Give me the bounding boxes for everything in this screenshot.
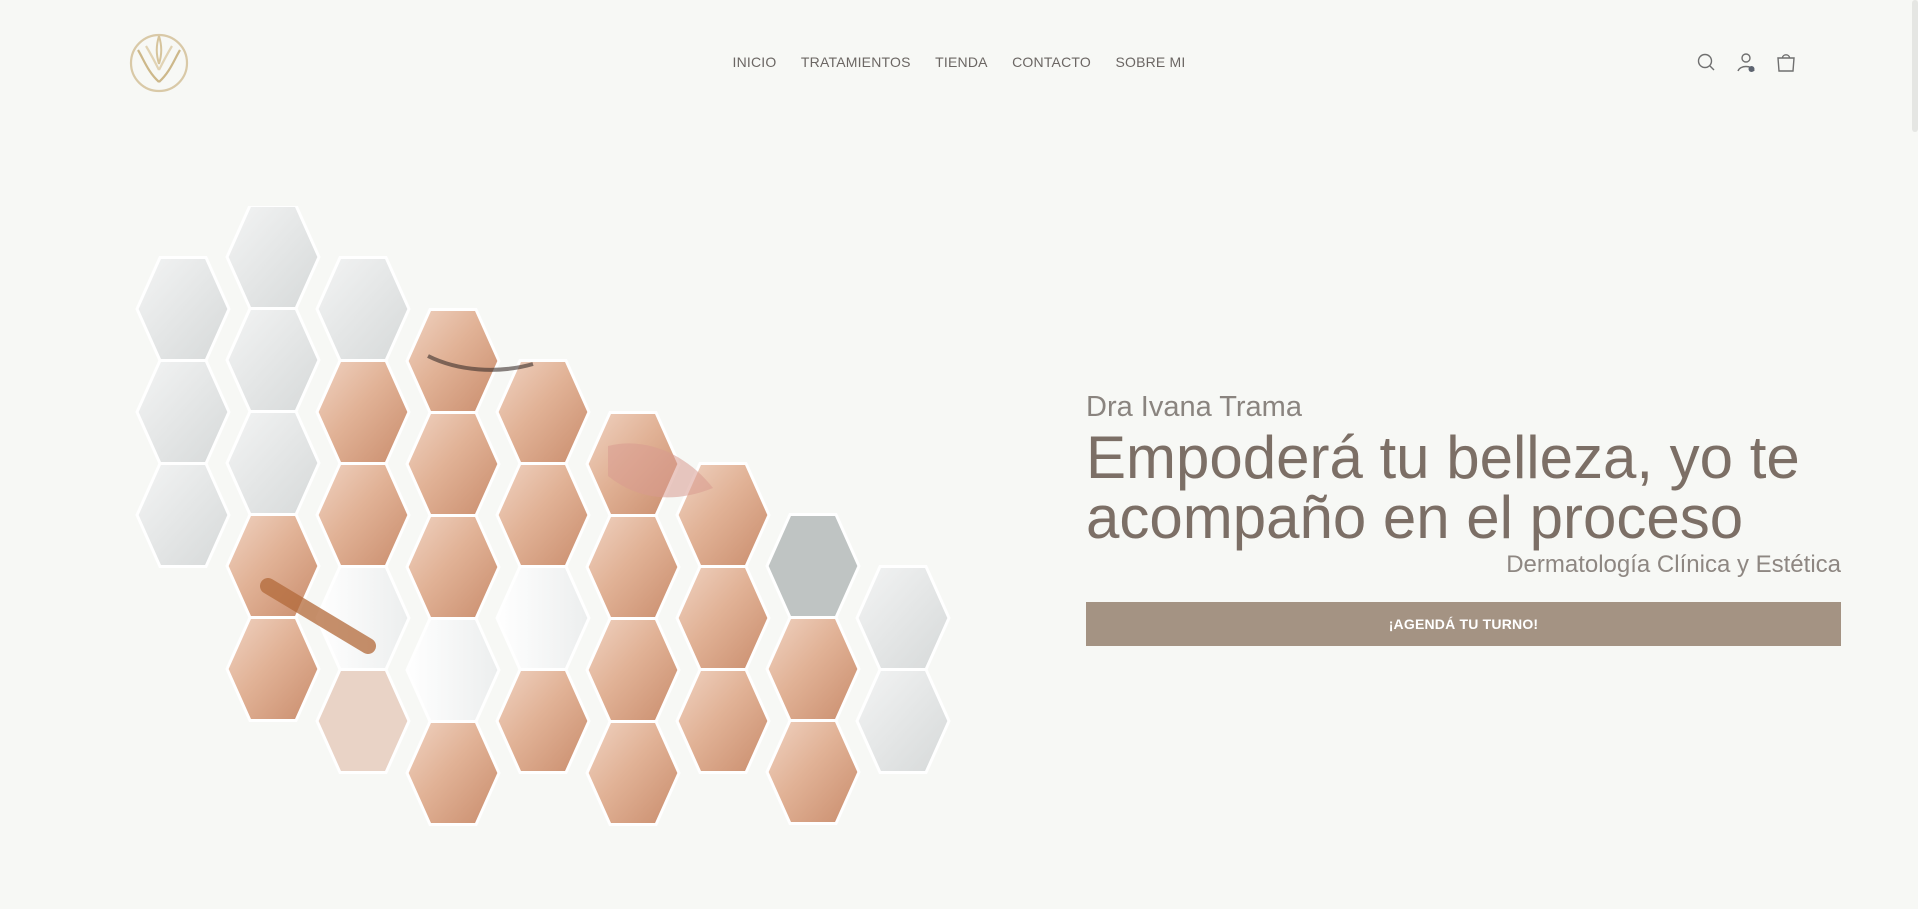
hero-headline: Empoderá tu belleza, yo te acompaño en e…	[1086, 424, 1800, 551]
main-nav: INICIO TRATAMIENTOS TIENDA CONTACTO SOBR…	[0, 54, 1918, 72]
hexagon-cell	[495, 668, 591, 774]
hexagon-cell	[405, 720, 501, 826]
page-scrollbar[interactable]	[1910, 0, 1918, 909]
doctor-name: Dra Ivana Trama	[1086, 391, 1302, 423]
hexagon-cell	[585, 720, 681, 826]
scrollbar-thumb[interactable]	[1912, 0, 1918, 132]
book-appointment-button[interactable]: ¡AGENDÁ TU TURNO!	[1086, 602, 1841, 646]
nav-item-contacto[interactable]: CONTACTO	[1012, 54, 1091, 70]
hexagon-cell	[225, 616, 321, 722]
hexagon-cell	[495, 359, 591, 465]
nav-item-sobre-mi[interactable]: SOBRE MI	[1115, 54, 1185, 70]
shopping-bag-icon[interactable]	[1776, 52, 1796, 72]
hexagon-cell	[675, 565, 771, 671]
hero-hexagon-mosaic	[135, 206, 951, 826]
nav-item-tratamientos[interactable]: TRATAMIENTOS	[801, 54, 911, 70]
hexagon-cell	[225, 206, 321, 310]
hexagon-cell	[405, 308, 501, 414]
page: INICIO TRATAMIENTOS TIENDA CONTACTO SOBR…	[0, 0, 1918, 909]
hexagon-cell	[135, 462, 231, 568]
hexagon-cell	[315, 256, 411, 362]
hexagon-cell	[495, 462, 591, 568]
hero-content: Dra Ivana Trama Empoderá tu belleza, yo …	[1086, 390, 1841, 646]
hexagon-cell	[585, 617, 681, 723]
hexagon-cells	[135, 206, 951, 826]
hexagon-cell	[315, 462, 411, 568]
user-icon[interactable]	[1736, 52, 1756, 72]
hexagon-cell	[315, 359, 411, 465]
hexagon-cell	[225, 307, 321, 413]
hexagon-cell	[765, 719, 861, 825]
hexagon-cell	[495, 565, 591, 671]
nav-item-inicio[interactable]: INICIO	[732, 54, 776, 70]
hexagon-cell	[135, 359, 231, 465]
hexagon-cell	[405, 617, 501, 723]
hexagon-cell	[405, 514, 501, 620]
hexagon-cell	[585, 514, 681, 620]
site-header: INICIO TRATAMIENTOS TIENDA CONTACTO SOBR…	[0, 0, 1918, 130]
hexagon-cell	[855, 668, 951, 774]
header-actions	[1696, 52, 1796, 72]
hexagon-cell	[855, 565, 951, 671]
hexagon-cell	[765, 616, 861, 722]
hexagon-cell	[675, 668, 771, 774]
hero-subtitle: Dermatología Clínica y Estética	[1506, 551, 1841, 578]
hexagon-cell	[135, 256, 231, 362]
hexagon-cell	[225, 410, 321, 516]
hexagon-cell	[765, 513, 861, 619]
hexagon-cell	[315, 668, 411, 774]
hexagon-cell	[405, 411, 501, 517]
nav-item-tienda[interactable]: TIENDA	[935, 54, 988, 70]
search-icon[interactable]	[1696, 52, 1716, 72]
